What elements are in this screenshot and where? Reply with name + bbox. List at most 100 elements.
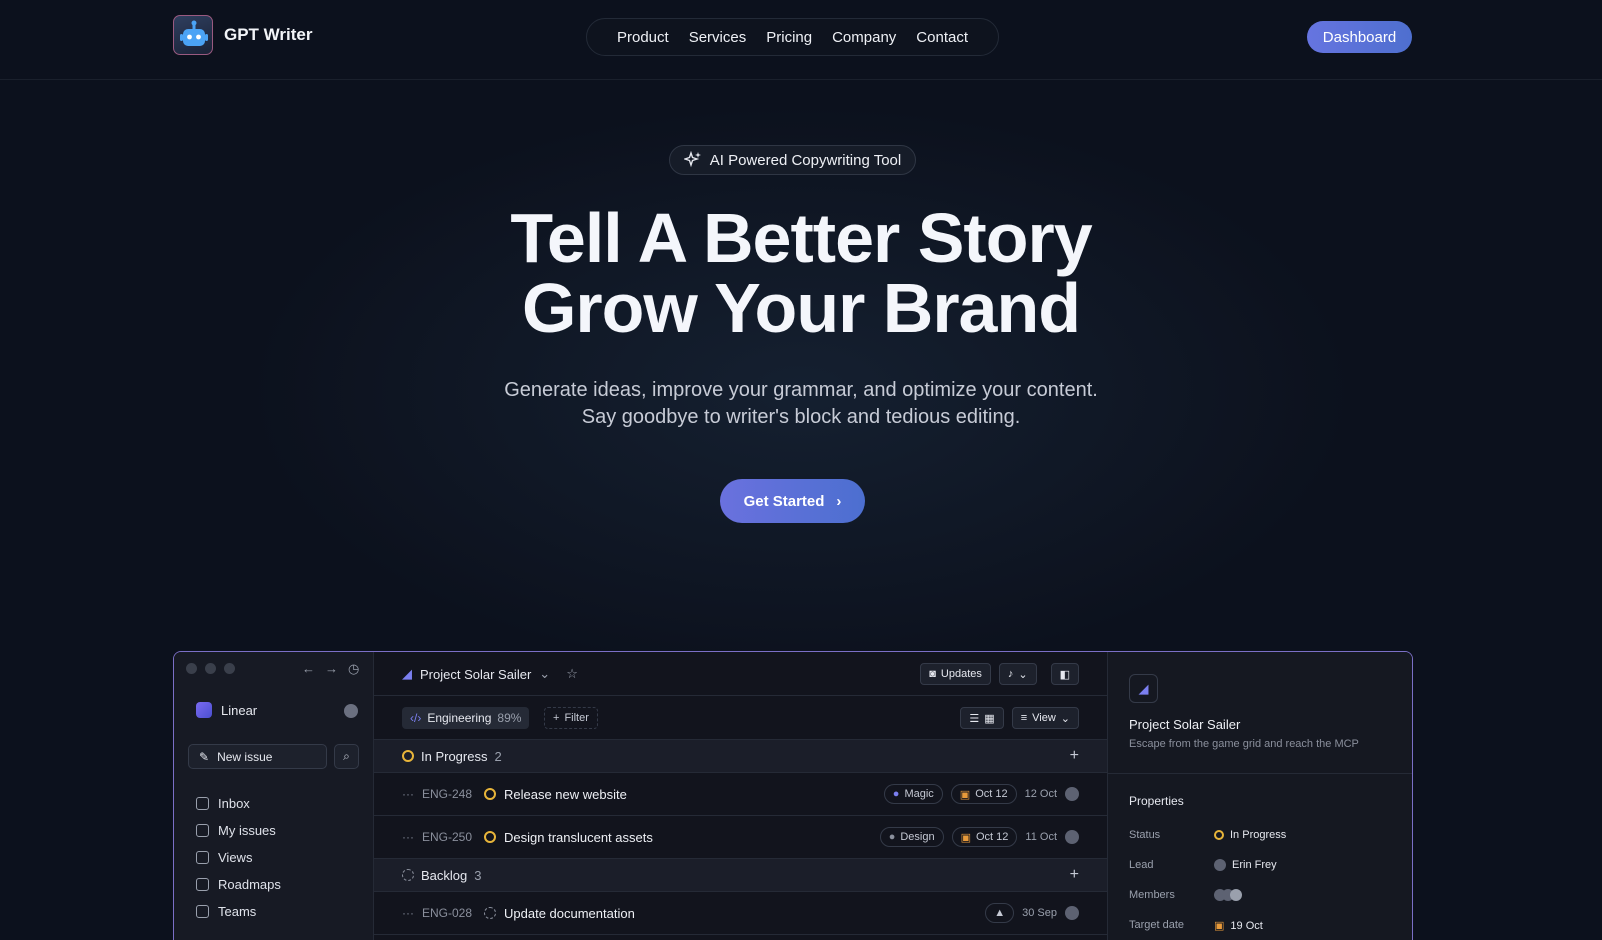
layers-icon [196, 851, 209, 864]
avatar[interactable] [1065, 830, 1079, 844]
more-icon[interactable]: ··· [402, 906, 414, 920]
avatar[interactable] [1065, 787, 1079, 801]
project-icon: ◢ [402, 666, 412, 681]
add-issue-icon[interactable]: + [1070, 866, 1079, 884]
sidebar-item-roadmaps[interactable]: Roadmaps [196, 871, 281, 898]
hero-title-line1: Tell A Better Story [510, 199, 1092, 277]
project-selector[interactable]: ◢ Project Solar Sailer ⌄ ☆ [402, 666, 578, 682]
nav-pricing[interactable]: Pricing [766, 29, 812, 46]
nav-services[interactable]: Services [689, 29, 747, 46]
dashboard-button[interactable]: Dashboard [1307, 21, 1412, 53]
group-count: 3 [474, 867, 482, 883]
sidebar-item-views[interactable]: Views [196, 844, 281, 871]
new-issue-label: New issue [217, 749, 273, 764]
add-issue-icon[interactable]: + [1070, 747, 1079, 765]
forward-arrow-icon[interactable]: → [325, 661, 338, 677]
panel-project-title: Project Solar Sailer [1129, 717, 1241, 732]
logo[interactable] [173, 15, 213, 55]
property-status: Status In Progress [1129, 829, 1287, 841]
more-icon[interactable]: ··· [402, 787, 414, 801]
group-name: In Progress [421, 748, 488, 764]
search-icon[interactable]: ⌕ [334, 744, 359, 769]
get-started-button[interactable]: Get Started › [720, 479, 865, 523]
issue-date: 11 Oct [1025, 831, 1057, 843]
calendar-icon: ▣ [1214, 920, 1225, 932]
issue-date: 30 Sep [1022, 907, 1057, 919]
issue-id: ENG-028 [422, 906, 473, 920]
get-started-label: Get Started [743, 492, 825, 510]
lead-value[interactable]: Erin Frey [1214, 859, 1277, 871]
issue-date: 12 Oct [1024, 788, 1057, 800]
clock-icon[interactable]: ◷ [348, 661, 359, 677]
issue-title: Release new website [504, 786, 627, 802]
issue-list: ◢ Project Solar Sailer ⌄ ☆ ◙ Updates ♪ ⌄ ◧… [374, 652, 1107, 940]
layout-toggle[interactable]: ☰ ▦ [960, 707, 1004, 729]
sidebar-item-inbox[interactable]: Inbox [196, 790, 281, 817]
due-date-tag[interactable]: ▣ Oct 12 [951, 827, 1018, 847]
history-controls: ← → ◷ [302, 661, 359, 677]
issue-id: ENG-250 [422, 830, 473, 844]
workspace-switcher[interactable]: Linear [196, 702, 257, 718]
app-sidebar: ← → ◷ Linear ✎ New issue ⌕ Inbox My issu… [174, 652, 374, 940]
notifications-button[interactable]: ♪ ⌄ [998, 663, 1037, 685]
code-icon: ‹/› [410, 711, 422, 725]
avatar[interactable] [1065, 906, 1079, 920]
hero-title-line2: Grow Your Brand [521, 269, 1081, 347]
team-filter[interactable]: ‹/› Engineering 89% [402, 707, 530, 729]
chevron-down-icon: ⌄ [1060, 712, 1070, 725]
status-value[interactable]: In Progress [1214, 829, 1286, 841]
hero-badge-label: AI Powered Copywriting Tool [709, 151, 902, 169]
more-icon[interactable]: ··· [402, 830, 414, 844]
bell-icon: ♪ [1007, 668, 1014, 680]
grid-icon[interactable]: ▦ [984, 712, 994, 725]
project-name: Project Solar Sailer [420, 666, 532, 682]
sidebar-item-teams[interactable]: Teams [196, 898, 281, 925]
calendar-icon: ▣ [960, 831, 971, 844]
backlog-icon [402, 869, 414, 881]
group-header[interactable]: In Progress 2 + [374, 740, 1107, 773]
in-progress-icon [484, 831, 496, 843]
sidebar-nav: Inbox My issues Views Roadmaps Teams [196, 790, 281, 925]
window-controls [186, 663, 235, 674]
map-icon [196, 878, 209, 891]
new-issue-button[interactable]: ✎ New issue [188, 744, 327, 769]
due-date-tag[interactable]: ▣ Oct 12 [950, 784, 1017, 804]
issue-title: Design translucent assets [504, 829, 653, 845]
nav-company[interactable]: Company [832, 29, 896, 46]
updates-icon: ◙ [929, 668, 936, 680]
nav-product[interactable]: Product [617, 29, 669, 46]
updates-button[interactable]: ◙ Updates [920, 663, 991, 685]
label-tag[interactable]: ● Magic [883, 784, 943, 804]
filter-button[interactable]: + Filter [544, 707, 598, 729]
list-icon[interactable]: ☰ [969, 712, 979, 725]
table-row[interactable]: ··· ENG-248 Release new website ● Magic ▣… [374, 773, 1107, 816]
avatar[interactable] [344, 704, 358, 718]
project-topbar: ◢ Project Solar Sailer ⌄ ☆ ◙ Updates ♪ ⌄ ◧ [374, 652, 1107, 696]
panel-toggle-button[interactable]: ◧ [1050, 663, 1079, 685]
main-nav: Product Services Pricing Company Contact [586, 18, 999, 56]
chevron-down-icon: ⌄ [1018, 668, 1028, 681]
nav-contact[interactable]: Contact [916, 29, 968, 46]
table-row[interactable]: ··· ENG-250 Design translucent assets ● D… [374, 816, 1107, 859]
target-date-value[interactable]: ▣ 19 Oct [1214, 919, 1263, 933]
avatar [1230, 889, 1242, 901]
inbox-icon [196, 797, 209, 810]
back-arrow-icon[interactable]: ← [302, 661, 315, 677]
in-progress-icon [1214, 830, 1224, 840]
view-button[interactable]: ≡ View ⌄ [1011, 707, 1079, 729]
group-header[interactable]: Backlog 3 + [374, 859, 1107, 892]
table-row[interactable]: ··· ENG-028 Update documentation ▲ 30 Se… [374, 892, 1107, 935]
priority-icon[interactable]: ▲ [985, 903, 1015, 923]
label-tag[interactable]: ● Design [879, 827, 944, 847]
team-progress: 89% [497, 711, 522, 725]
members-value[interactable] [1214, 889, 1242, 901]
workspace-logo-icon [196, 702, 212, 718]
brand-name[interactable]: GPT Writer [224, 25, 312, 45]
property-members: Members [1129, 889, 1389, 901]
calendar-icon: ▣ [959, 788, 971, 801]
project-details-panel: ◢ Project Solar Sailer Escape from the g… [1107, 652, 1412, 940]
sparkles-icon [683, 151, 701, 168]
avatar [1214, 859, 1226, 871]
star-icon[interactable]: ☆ [566, 666, 578, 682]
sidebar-item-my-issues[interactable]: My issues [196, 817, 281, 844]
